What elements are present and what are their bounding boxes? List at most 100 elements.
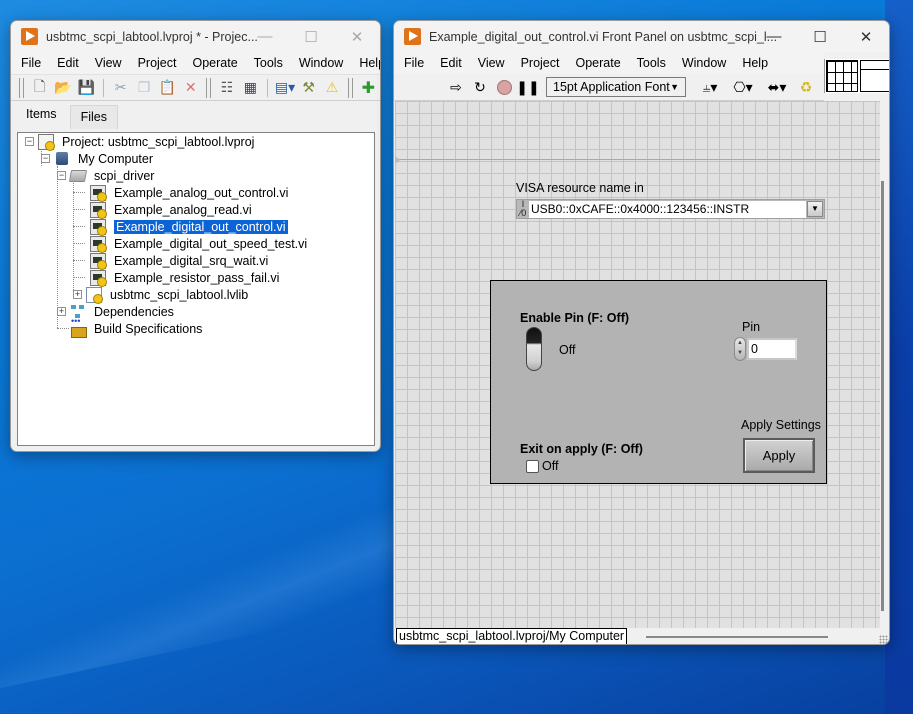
collapse-icon[interactable]: − [41, 154, 50, 163]
resize-grip-icon[interactable] [879, 635, 888, 644]
menu-file[interactable]: File [13, 56, 49, 70]
distribute-objects-icon[interactable]: ⎔▾ [728, 77, 758, 97]
tree-item-vi[interactable]: Example_digital_out_speed_test.vi [90, 235, 307, 253]
add-file-icon[interactable]: ☷ [217, 78, 236, 98]
toolbar-grip[interactable] [206, 77, 212, 98]
minimize-button[interactable]: — [242, 21, 288, 52]
project-icon [38, 133, 55, 151]
add-item-icon[interactable]: ✚ [359, 78, 378, 98]
front-panel-canvas[interactable]: VISA resource name in I ⁄0 USB0::0xCAFE::… [395, 101, 880, 628]
menu-project[interactable]: Project [130, 56, 185, 70]
menu-help[interactable]: Help [734, 56, 776, 70]
horizontal-scrollbar[interactable] [646, 636, 828, 638]
tree-item-vi[interactable]: Example_analog_out_control.vi [90, 184, 289, 202]
save-project-icon[interactable]: ▦ [241, 78, 260, 98]
warning-icon[interactable]: ⚠ [322, 78, 341, 98]
menu-operate[interactable]: Operate [567, 56, 628, 70]
tree-item-build-specifications[interactable]: Build Specifications [70, 316, 203, 338]
menu-view[interactable]: View [87, 56, 130, 70]
project-toolbar: 🗋 📂 💾 ✂ ❐ 📋 ✕ ☷ ▦ ▤▾ ⚒ ⚠ ✚ [11, 74, 380, 101]
cut-icon[interactable]: ✂ [111, 78, 130, 98]
application-instance-context[interactable]: usbtmc_scpi_labtool.lvproj/My Computer [396, 628, 628, 644]
menu-window[interactable]: Window [674, 56, 734, 70]
vertical-scrollbar[interactable] [881, 181, 884, 611]
front-panel-status-bar: usbtmc_scpi_labtool.lvproj/My Computer [394, 628, 889, 644]
apply-button[interactable]: Apply [743, 438, 815, 473]
collapse-icon[interactable]: − [25, 137, 34, 146]
menu-edit[interactable]: Edit [49, 56, 87, 70]
toolbar-grip[interactable] [347, 77, 353, 98]
font-select[interactable]: 15pt Application Font ▼ [546, 77, 686, 97]
visa-resource-control[interactable]: I ⁄0 USB0::0xCAFE::0x4000::123456::INSTR … [516, 199, 825, 219]
visa-resource-label: VISA resource name in [516, 181, 644, 195]
front-panel-toolbar: ⇨ ↻ ❚❚ 15pt Application Font ▼ ⫨▾ ⎔▾ ⬌▾ … [394, 74, 824, 101]
tree-item-label: usbtmc_scpi_labtool.lvlib [110, 287, 249, 302]
pin-increment-decrement[interactable]: ▲ ▼ [734, 337, 746, 361]
pause-icon[interactable]: ❚❚ [516, 77, 539, 97]
save-all-icon[interactable]: 💾 [77, 78, 96, 98]
close-button[interactable]: ✕ [334, 21, 380, 52]
tree-item-vi[interactable]: Example_resistor_pass_fail.vi [90, 269, 279, 287]
open-icon[interactable]: 📂 [53, 78, 72, 98]
align-objects-icon[interactable]: ⫨▾ [696, 77, 724, 97]
enable-pin-toggle[interactable] [526, 327, 542, 371]
visa-dropdown-button[interactable]: ▼ [807, 201, 823, 217]
tree-item-vi[interactable]: Example_digital_srq_wait.vi [90, 252, 268, 270]
exit-on-apply-checkbox[interactable] [526, 460, 539, 473]
maximize-button[interactable]: ☐ [288, 21, 334, 52]
properties-icon[interactable]: ⚒ [299, 78, 318, 98]
menu-help[interactable]: Help [351, 56, 380, 70]
pin-input[interactable]: 0 [747, 338, 797, 360]
menu-project[interactable]: Project [513, 56, 568, 70]
vi-icon [90, 235, 107, 253]
menu-operate[interactable]: Operate [184, 56, 245, 70]
copy-icon[interactable]: ❐ [134, 78, 153, 98]
tree-item-vi-selected[interactable]: Example_digital_out_control.vi [90, 218, 288, 236]
collapse-icon[interactable]: − [57, 171, 66, 180]
settings-cluster: Enable Pin (F: Off) Off Pin ▲ ▼ 0 Apply S… [490, 280, 827, 484]
menu-file[interactable]: File [396, 56, 432, 70]
tree-item-project[interactable]: − Project: usbtmc_scpi_labtool.lvproj [25, 133, 254, 151]
labview-app-icon [21, 28, 38, 45]
tree-connector [73, 277, 85, 278]
tree-item-scpi-driver[interactable]: − scpi_driver [57, 167, 154, 184]
minimize-button[interactable]: — [751, 21, 797, 52]
menu-window[interactable]: Window [291, 56, 351, 70]
tree-item-label: Example_analog_out_control.vi [114, 185, 289, 200]
paste-icon[interactable]: 📋 [158, 78, 177, 98]
front-panel-title-bar[interactable]: Example_digital_out_control.vi Front Pan… [394, 21, 889, 52]
close-button[interactable]: ✕ [843, 21, 889, 52]
resize-objects-icon[interactable]: ⬌▾ [762, 77, 792, 97]
run-continuously-icon[interactable]: ↻ [470, 77, 490, 97]
toolbar-grip[interactable] [19, 77, 24, 98]
project-title-bar[interactable]: usbtmc_scpi_labtool.lvproj * - Projec...… [11, 21, 380, 52]
visa-resource-input[interactable]: USB0::0xCAFE::0x4000::123456::INSTR [529, 200, 806, 218]
connector-pane-icon[interactable] [824, 59, 889, 93]
run-arrow-icon[interactable]: ⇨ [446, 77, 466, 97]
front-panel-menu-bar: File Edit View Project Operate Tools Win… [394, 52, 824, 74]
tree-item-label: Build Specifications [94, 321, 203, 336]
tree-item-vi[interactable]: Example_analog_read.vi [90, 201, 252, 219]
connector-pane-pattern [826, 60, 858, 92]
tree-item-label: Example_digital_out_control.vi [114, 219, 288, 234]
menu-tools[interactable]: Tools [246, 56, 291, 70]
tab-files[interactable]: Files [69, 105, 118, 129]
tree-connector [73, 209, 85, 210]
new-icon[interactable]: 🗋 [30, 78, 49, 98]
maximize-button[interactable]: ☐ [797, 21, 843, 52]
vi-icon [90, 252, 107, 270]
view-options-icon[interactable]: ▤▾ [275, 78, 295, 98]
expand-icon[interactable]: + [73, 290, 82, 299]
tab-items[interactable]: Items [15, 102, 68, 129]
expand-icon[interactable]: + [57, 307, 66, 316]
abort-icon[interactable] [494, 77, 514, 97]
menu-tools[interactable]: Tools [629, 56, 674, 70]
menu-view[interactable]: View [470, 56, 513, 70]
tree-item-library[interactable]: + usbtmc_scpi_labtool.lvlib [73, 286, 249, 304]
tree-item-my-computer[interactable]: − My Computer [41, 150, 153, 167]
menu-edit[interactable]: Edit [432, 56, 470, 70]
reorder-icon[interactable]: ♻ [796, 77, 816, 97]
toolbar-separator [267, 78, 268, 97]
delete-icon[interactable]: ✕ [181, 78, 200, 98]
apply-settings-label: Apply Settings [741, 418, 821, 432]
